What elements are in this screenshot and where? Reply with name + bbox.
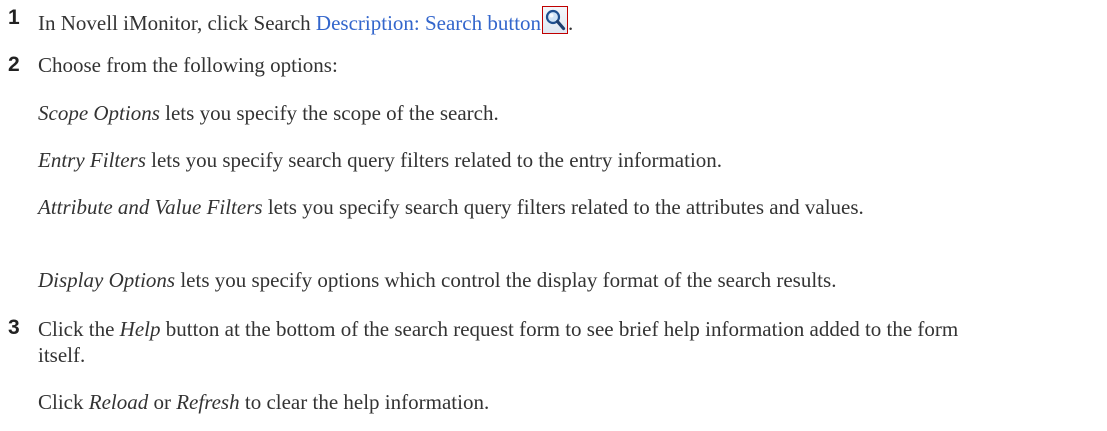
- step-3-pre: Click the: [38, 317, 120, 341]
- step-1-intro: In Novell iMonitor, click Search: [38, 11, 316, 35]
- reload-term: Reload: [88, 390, 149, 414]
- step-3-text: Click the Help button at the bottom of t…: [38, 316, 978, 368]
- option-display: Display Options lets you specify options…: [38, 268, 836, 293]
- step-3-followup: Click Reload or Refresh to clear the hel…: [38, 390, 489, 415]
- option-entry-filters: Entry Filters lets you specify search qu…: [38, 148, 722, 173]
- step-1-period: .: [568, 11, 574, 35]
- help-term: Help: [119, 317, 161, 341]
- option-attribute-filters: Attribute and Value Filters lets you spe…: [38, 194, 998, 220]
- option-desc: lets you specify search query filters re…: [145, 148, 723, 172]
- search-icon[interactable]: [542, 6, 569, 34]
- search-button-link[interactable]: Description: Search button: [316, 11, 541, 35]
- step-number: 1: [8, 6, 20, 29]
- followup-post: to clear the help information.: [239, 390, 490, 414]
- step-3-post: button at the bottom of the search reque…: [38, 317, 959, 367]
- step-2-text: Choose from the following options:: [38, 53, 338, 77]
- refresh-term: Refresh: [176, 390, 240, 414]
- step-number: 3: [8, 316, 20, 339]
- followup-pre: Click: [38, 390, 89, 414]
- option-term: Display Options: [38, 268, 176, 292]
- option-desc: lets you specify options which control t…: [175, 268, 837, 292]
- option-scope: Scope Options lets you specify the scope…: [38, 101, 499, 126]
- option-desc: lets you specify the scope of the search…: [159, 101, 499, 125]
- option-term: Attribute and Value Filters: [38, 195, 263, 219]
- followup-mid: or: [148, 390, 177, 414]
- step-1-text: In Novell iMonitor, click Search Descrip…: [38, 6, 573, 36]
- option-term: Scope Options: [38, 101, 160, 125]
- option-term: Entry Filters: [38, 148, 146, 172]
- step-number: 2: [8, 53, 20, 76]
- option-desc: lets you specify search query filters re…: [262, 195, 864, 219]
